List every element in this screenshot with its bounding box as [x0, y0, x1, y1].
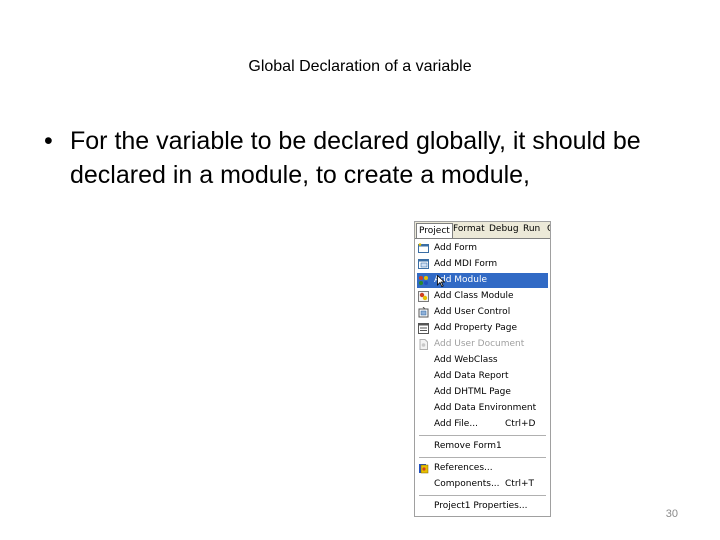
menu-item-shortcut: Ctrl+T — [505, 479, 535, 489]
menu-item-label: Add WebClass — [434, 355, 498, 365]
menu-debug[interactable]: Debug — [489, 224, 519, 234]
menu-item-add-user-document: Add User Document — [417, 337, 548, 352]
menu-item-add-mdi-form[interactable]: Add MDI Form — [417, 257, 548, 272]
menu-item-project-properties[interactable]: Project1 Properties... — [417, 499, 548, 514]
menu-item-remove-form1[interactable]: Remove Form1 — [417, 439, 548, 454]
form-icon — [418, 243, 429, 253]
menu-item-add-data-environment[interactable]: Add Data Environment — [417, 401, 548, 416]
menu-item-shortcut: Ctrl+D — [505, 419, 536, 429]
menu-query[interactable]: Q — [547, 224, 550, 234]
user-control-icon — [418, 307, 429, 318]
menu-item-label: Add Property Page — [434, 323, 518, 333]
menu-item-add-module[interactable]: Add Module — [417, 273, 548, 288]
menu-item-label: Add DHTML Page — [434, 387, 511, 397]
bullet-text: For the variable to be declared globally… — [70, 127, 641, 189]
menu-item-label: References... — [434, 463, 493, 473]
user-document-icon — [419, 339, 428, 350]
menu-item-label: Add Data Report — [434, 371, 509, 381]
mouse-cursor-icon — [437, 275, 445, 287]
menu-run[interactable]: Run — [523, 224, 540, 234]
menu-item-add-file[interactable]: Add File... Ctrl+D — [417, 417, 548, 432]
menu-item-references[interactable]: References... — [417, 461, 548, 476]
slide-title: Global Declaration of a variable — [248, 58, 472, 75]
property-page-icon — [418, 323, 429, 334]
menu-item-label: Add Class Module — [434, 291, 514, 301]
class-module-icon — [418, 291, 429, 302]
menu-item-add-dhtml-page[interactable]: Add DHTML Page — [417, 385, 548, 400]
menu-project[interactable]: Project — [416, 223, 453, 238]
menu-separator — [419, 495, 546, 496]
project-dropdown-menu: Add Form Add MDI Form Add Module Add Cla… — [415, 238, 550, 516]
bullet-point: • For the variable to be declared global… — [44, 124, 684, 192]
references-icon — [419, 464, 429, 474]
module-icon — [419, 276, 428, 285]
menu-item-label: Add File... — [434, 419, 478, 429]
menu-item-add-user-control[interactable]: Add User Control — [417, 305, 548, 320]
menu-item-add-property-page[interactable]: Add Property Page — [417, 321, 548, 336]
menu-item-label: Project1 Properties... — [434, 501, 528, 511]
menu-format[interactable]: Format — [453, 224, 485, 234]
mdi-form-icon — [418, 259, 429, 269]
menu-item-label: Add Form — [434, 243, 477, 253]
menu-item-add-class-module[interactable]: Add Class Module — [417, 289, 548, 304]
menu-item-label: Remove Form1 — [434, 441, 502, 451]
vb-project-menu-screenshot: Project Format Debug Run Q Add Form Add … — [414, 221, 551, 517]
menu-item-label: Add Data Environment — [434, 403, 537, 413]
menu-item-add-data-report[interactable]: Add Data Report — [417, 369, 548, 384]
menu-separator — [419, 435, 546, 436]
bullet-marker: • — [44, 127, 53, 155]
menu-separator — [419, 457, 546, 458]
menu-item-label: Add User Control — [434, 307, 511, 317]
page-number: 30 — [665, 508, 678, 520]
menu-item-label: Add MDI Form — [434, 259, 498, 269]
menu-item-components[interactable]: Components... Ctrl+T — [417, 477, 548, 492]
menu-item-add-webclass[interactable]: Add WebClass — [417, 353, 548, 368]
menu-bar: Project Format Debug Run Q — [415, 222, 550, 238]
menu-item-label: Add User Document — [434, 339, 525, 349]
menu-item-label: Components... — [434, 479, 500, 489]
menu-item-add-form[interactable]: Add Form — [417, 241, 548, 256]
